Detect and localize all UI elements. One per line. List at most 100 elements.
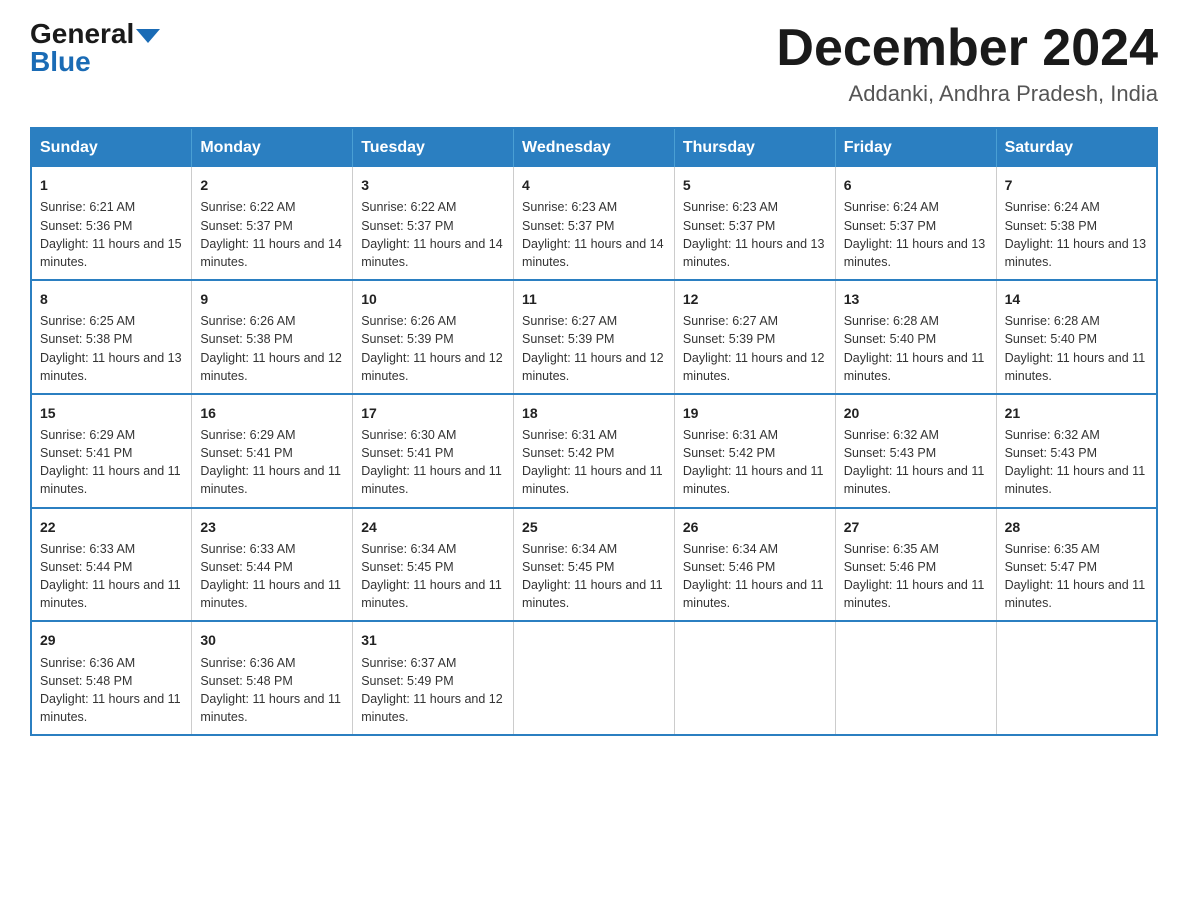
day-number: 18	[522, 403, 666, 423]
day-info: Sunrise: 6:27 AMSunset: 5:39 PMDaylight:…	[683, 312, 827, 385]
day-number: 24	[361, 517, 505, 537]
day-info: Sunrise: 6:31 AMSunset: 5:42 PMDaylight:…	[522, 426, 666, 499]
calendar-cell: 18 Sunrise: 6:31 AMSunset: 5:42 PMDayligh…	[514, 394, 675, 508]
day-info: Sunrise: 6:33 AMSunset: 5:44 PMDaylight:…	[40, 540, 183, 613]
calendar-week-1: 1Sunrise: 6:21 AMSunset: 5:36 PMDaylight…	[31, 167, 1157, 280]
header-monday: Monday	[192, 128, 353, 167]
calendar-cell	[835, 621, 996, 735]
day-number: 5	[683, 175, 827, 195]
calendar-cell: 24Sunrise: 6:34 AMSunset: 5:45 PMDayligh…	[353, 508, 514, 622]
day-number: 2	[200, 175, 344, 195]
day-number: 10	[361, 289, 505, 309]
calendar-header-row: SundayMondayTuesdayWednesdayThursdayFrid…	[31, 128, 1157, 167]
day-number: 21	[1005, 403, 1148, 423]
calendar-cell: 16 Sunrise: 6:29 AMSunset: 5:41 PMDayligh…	[192, 394, 353, 508]
month-year-title: December 2024	[776, 20, 1158, 77]
day-info: Sunrise: 6:29 AMSunset: 5:41 PMDaylight:…	[200, 426, 344, 499]
day-info: Sunrise: 6:29 AMSunset: 5:41 PMDaylight:…	[40, 426, 183, 499]
day-info: Sunrise: 6:24 AMSunset: 5:38 PMDaylight:…	[1005, 198, 1148, 271]
calendar-cell: 30 Sunrise: 6:36 AMSunset: 5:48 PMDayligh…	[192, 621, 353, 735]
calendar-cell: 22 Sunrise: 6:33 AMSunset: 5:44 PMDayligh…	[31, 508, 192, 622]
calendar-cell: 13Sunrise: 6:28 AMSunset: 5:40 PMDayligh…	[835, 280, 996, 394]
day-info: Sunrise: 6:32 AMSunset: 5:43 PMDaylight:…	[1005, 426, 1148, 499]
header-friday: Friday	[835, 128, 996, 167]
calendar-cell: 31 Sunrise: 6:37 AMSunset: 5:49 PMDayligh…	[353, 621, 514, 735]
calendar-cell: 21 Sunrise: 6:32 AMSunset: 5:43 PMDayligh…	[996, 394, 1157, 508]
day-info: Sunrise: 6:33 AMSunset: 5:44 PMDaylight:…	[200, 540, 344, 613]
day-info: Sunrise: 6:35 AMSunset: 5:46 PMDaylight:…	[844, 540, 988, 613]
calendar-week-5: 29 Sunrise: 6:36 AMSunset: 5:48 PMDayligh…	[31, 621, 1157, 735]
calendar-cell: 19 Sunrise: 6:31 AMSunset: 5:42 PMDayligh…	[674, 394, 835, 508]
day-number: 15	[40, 403, 183, 423]
calendar-cell: 3Sunrise: 6:22 AMSunset: 5:37 PMDaylight…	[353, 167, 514, 280]
calendar-cell: 25 Sunrise: 6:34 AMSunset: 5:45 PMDayligh…	[514, 508, 675, 622]
calendar-cell: 2 Sunrise: 6:22 AMSunset: 5:37 PMDaylight…	[192, 167, 353, 280]
day-number: 31	[361, 630, 505, 650]
day-number: 8	[40, 289, 183, 309]
header-wednesday: Wednesday	[514, 128, 675, 167]
day-info: Sunrise: 6:22 AMSunset: 5:37 PMDaylight:…	[200, 198, 344, 271]
calendar-cell: 28 Sunrise: 6:35 AMSunset: 5:47 PMDayligh…	[996, 508, 1157, 622]
day-number: 16	[200, 403, 344, 423]
calendar-cell: 17Sunrise: 6:30 AMSunset: 5:41 PMDayligh…	[353, 394, 514, 508]
day-number: 27	[844, 517, 988, 537]
calendar-cell: 9Sunrise: 6:26 AMSunset: 5:38 PMDaylight…	[192, 280, 353, 394]
calendar-cell: 1Sunrise: 6:21 AMSunset: 5:36 PMDaylight…	[31, 167, 192, 280]
calendar-cell: 7Sunrise: 6:24 AMSunset: 5:38 PMDaylight…	[996, 167, 1157, 280]
calendar-cell: 26 Sunrise: 6:34 AMSunset: 5:46 PMDayligh…	[674, 508, 835, 622]
day-info: Sunrise: 6:23 AMSunset: 5:37 PMDaylight:…	[683, 198, 827, 271]
day-info: Sunrise: 6:34 AMSunset: 5:46 PMDaylight:…	[683, 540, 827, 613]
day-number: 30	[200, 630, 344, 650]
day-number: 25	[522, 517, 666, 537]
header-tuesday: Tuesday	[353, 128, 514, 167]
day-info: Sunrise: 6:25 AMSunset: 5:38 PMDaylight:…	[40, 312, 183, 385]
calendar-cell: 27 Sunrise: 6:35 AMSunset: 5:46 PMDayligh…	[835, 508, 996, 622]
day-number: 29	[40, 630, 183, 650]
day-info: Sunrise: 6:26 AMSunset: 5:38 PMDaylight:…	[200, 312, 344, 385]
calendar-cell: 29Sunrise: 6:36 AMSunset: 5:48 PMDayligh…	[31, 621, 192, 735]
day-info: Sunrise: 6:26 AMSunset: 5:39 PMDaylight:…	[361, 312, 505, 385]
calendar-cell	[514, 621, 675, 735]
day-number: 13	[844, 289, 988, 309]
calendar-cell: 5 Sunrise: 6:23 AMSunset: 5:37 PMDaylight…	[674, 167, 835, 280]
calendar-cell: 4 Sunrise: 6:23 AMSunset: 5:37 PMDaylight…	[514, 167, 675, 280]
calendar-cell: 14 Sunrise: 6:28 AMSunset: 5:40 PMDayligh…	[996, 280, 1157, 394]
day-number: 12	[683, 289, 827, 309]
calendar-cell	[674, 621, 835, 735]
day-info: Sunrise: 6:22 AMSunset: 5:37 PMDaylight:…	[361, 198, 505, 271]
calendar-cell: 15 Sunrise: 6:29 AMSunset: 5:41 PMDayligh…	[31, 394, 192, 508]
calendar-table: SundayMondayTuesdayWednesdayThursdayFrid…	[30, 127, 1158, 736]
calendar-week-4: 22 Sunrise: 6:33 AMSunset: 5:44 PMDayligh…	[31, 508, 1157, 622]
day-info: Sunrise: 6:36 AMSunset: 5:48 PMDaylight:…	[200, 654, 344, 727]
day-number: 28	[1005, 517, 1148, 537]
day-info: Sunrise: 6:31 AMSunset: 5:42 PMDaylight:…	[683, 426, 827, 499]
day-info: Sunrise: 6:23 AMSunset: 5:37 PMDaylight:…	[522, 198, 666, 271]
page-header: General Blue December 2024 Addanki, Andh…	[30, 20, 1158, 107]
calendar-cell: 6Sunrise: 6:24 AMSunset: 5:37 PMDaylight…	[835, 167, 996, 280]
logo-line2: Blue	[30, 46, 91, 78]
logo: General Blue	[30, 20, 160, 78]
logo-line1: General	[30, 20, 160, 48]
day-info: Sunrise: 6:30 AMSunset: 5:41 PMDaylight:…	[361, 426, 505, 499]
day-info: Sunrise: 6:24 AMSunset: 5:37 PMDaylight:…	[844, 198, 988, 271]
calendar-cell: 20Sunrise: 6:32 AMSunset: 5:43 PMDayligh…	[835, 394, 996, 508]
calendar-cell: 11 Sunrise: 6:27 AMSunset: 5:39 PMDayligh…	[514, 280, 675, 394]
calendar-week-2: 8 Sunrise: 6:25 AMSunset: 5:38 PMDaylight…	[31, 280, 1157, 394]
day-info: Sunrise: 6:34 AMSunset: 5:45 PMDaylight:…	[522, 540, 666, 613]
day-info: Sunrise: 6:37 AMSunset: 5:49 PMDaylight:…	[361, 654, 505, 727]
day-info: Sunrise: 6:35 AMSunset: 5:47 PMDaylight:…	[1005, 540, 1148, 613]
location-subtitle: Addanki, Andhra Pradesh, India	[776, 81, 1158, 107]
day-info: Sunrise: 6:28 AMSunset: 5:40 PMDaylight:…	[1005, 312, 1148, 385]
day-number: 4	[522, 175, 666, 195]
header-thursday: Thursday	[674, 128, 835, 167]
day-number: 14	[1005, 289, 1148, 309]
calendar-cell: 8 Sunrise: 6:25 AMSunset: 5:38 PMDaylight…	[31, 280, 192, 394]
day-number: 11	[522, 289, 666, 309]
header-saturday: Saturday	[996, 128, 1157, 167]
day-number: 26	[683, 517, 827, 537]
day-number: 23	[200, 517, 344, 537]
day-info: Sunrise: 6:27 AMSunset: 5:39 PMDaylight:…	[522, 312, 666, 385]
calendar-cell: 10 Sunrise: 6:26 AMSunset: 5:39 PMDayligh…	[353, 280, 514, 394]
day-number: 22	[40, 517, 183, 537]
day-number: 19	[683, 403, 827, 423]
